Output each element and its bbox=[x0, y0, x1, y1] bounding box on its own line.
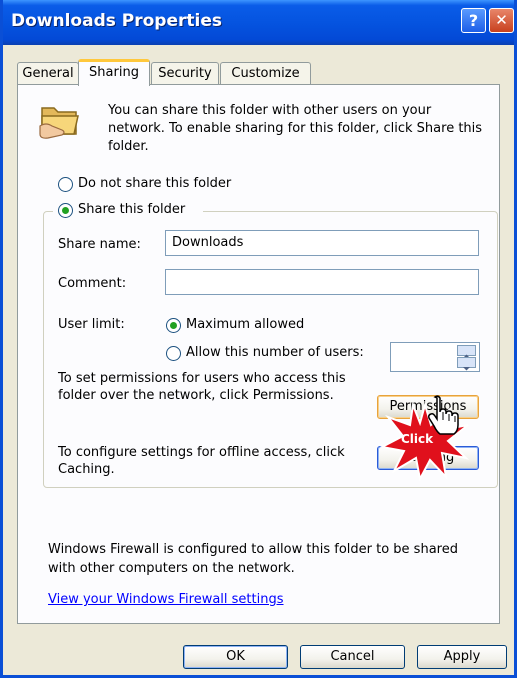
title-bar[interactable]: Downloads Properties ? ✕ bbox=[3, 0, 514, 45]
spin-down-button[interactable] bbox=[457, 357, 476, 371]
window-title: Downloads Properties bbox=[11, 11, 222, 31]
firewall-text-line-2: with other computers on the network. bbox=[48, 561, 295, 576]
maximum-allowed-radio[interactable] bbox=[166, 318, 181, 333]
comment-label: Comment: bbox=[58, 276, 127, 291]
intro-line-1: You can share this folder with other use… bbox=[108, 103, 432, 118]
tab-customize[interactable]: Customize bbox=[220, 62, 311, 84]
do-not-share-radio[interactable] bbox=[58, 177, 73, 192]
permissions-text-line-1: To set permissions for users who access … bbox=[58, 371, 346, 386]
spin-down-arrow-icon bbox=[463, 367, 470, 371]
share-label[interactable]: Share this folder bbox=[78, 202, 185, 217]
tab-sharing[interactable]: Sharing bbox=[78, 59, 150, 86]
allow-number-label[interactable]: Allow this number of users: bbox=[186, 345, 364, 360]
tab-general[interactable]: General bbox=[17, 62, 79, 84]
firewall-text-line-1: Windows Firewall is configured to allow … bbox=[48, 542, 458, 557]
intro-line-3: folder. bbox=[108, 139, 149, 154]
permissions-text-line-2: folder over the network, click Permissio… bbox=[58, 388, 334, 403]
user-limit-label: User limit: bbox=[58, 317, 125, 332]
caching-text-line-2: Caching. bbox=[58, 462, 115, 477]
do-not-share-label[interactable]: Do not share this folder bbox=[78, 176, 231, 191]
allow-number-radio[interactable] bbox=[166, 346, 181, 361]
firewall-settings-link[interactable]: View your Windows Firewall settings bbox=[48, 592, 284, 607]
shared-folder-icon bbox=[39, 107, 79, 139]
ok-button[interactable]: OK bbox=[183, 645, 288, 669]
apply-button[interactable]: Apply bbox=[417, 645, 507, 669]
maximum-allowed-label[interactable]: Maximum allowed bbox=[186, 317, 304, 332]
intro-line-2: network. To enable sharing for this fold… bbox=[108, 121, 483, 136]
cancel-button[interactable]: Cancel bbox=[300, 645, 405, 669]
share-radio[interactable] bbox=[58, 203, 73, 218]
hand-pointer-icon bbox=[428, 395, 459, 435]
comment-input[interactable] bbox=[165, 269, 479, 295]
spin-up-button[interactable] bbox=[457, 345, 476, 358]
properties-dialog: Downloads Properties ? ✕ General Sharing… bbox=[0, 0, 517, 678]
share-name-input[interactable]: Downloads bbox=[165, 230, 479, 256]
share-name-label: Share name: bbox=[58, 237, 141, 252]
close-button[interactable]: ✕ bbox=[489, 8, 514, 33]
tab-security[interactable]: Security bbox=[151, 62, 219, 84]
help-button[interactable]: ? bbox=[461, 8, 486, 33]
caching-text-line-1: To configure settings for offline access… bbox=[58, 445, 345, 460]
